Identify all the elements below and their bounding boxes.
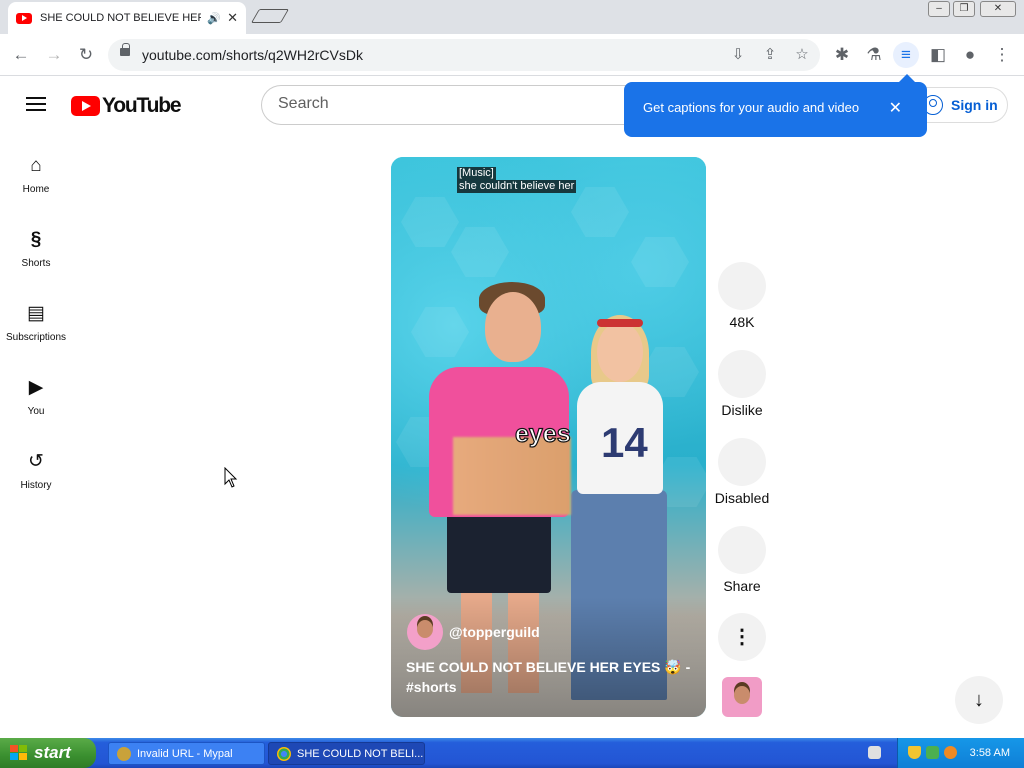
- youtube-play-icon: [71, 96, 100, 116]
- video-overlay-word: eyes: [514, 419, 571, 448]
- browser-tab-active[interactable]: SHE COULD NOT BELIEVE HER 🔊 ✕: [8, 2, 246, 34]
- video-title[interactable]: SHE COULD NOT BELIEVE HER EYES 🤯 - #shor…: [406, 657, 691, 697]
- side-panel-icon[interactable]: ◧: [925, 42, 951, 68]
- start-button[interactable]: start: [0, 738, 96, 768]
- caption-line: she couldn't believe her: [457, 180, 577, 193]
- keyboard-icon[interactable]: [868, 746, 881, 759]
- sidebar-item-label: Subscriptions: [5, 332, 67, 343]
- captions-promo-popup: Get captions for your audio and video ✕: [624, 74, 927, 137]
- screen: SHE COULD NOT BELIEVE HER 🔊 ✕ – ❐ ✕ ← → …: [0, 0, 1024, 768]
- sound-avatar[interactable]: [722, 677, 762, 717]
- next-video-arrow-icon[interactable]: ↓: [955, 676, 1003, 724]
- shorts-video-player[interactable]: 14 eyes [Music] she couldn't believe her…: [391, 157, 706, 717]
- back-arrow-icon[interactable]: ←: [8, 42, 34, 68]
- new-tab-button[interactable]: [250, 9, 290, 23]
- closed-captions: [Music] she couldn't believe her: [457, 167, 577, 193]
- tab-close-icon[interactable]: ✕: [227, 10, 238, 26]
- security-shield-icon[interactable]: [908, 746, 921, 759]
- youtube-logo-text: YouTube: [102, 94, 182, 117]
- person-face: [597, 322, 643, 382]
- close-icon[interactable]: ✕: [889, 98, 902, 118]
- extensions-puzzle-icon[interactable]: ✱: [829, 42, 855, 68]
- browser-toolbar: ← → ↻ youtube.com/shorts/q2WH2rCVsDk ⇩ ⇪…: [0, 34, 1024, 76]
- channel-name[interactable]: @topperguild: [449, 624, 540, 640]
- sidebar-item-shorts[interactable]: § Shorts: [0, 228, 72, 269]
- audio-playing-icon[interactable]: 🔊: [207, 12, 221, 25]
- search-input[interactable]: [278, 95, 618, 113]
- taskbar-item-mypal[interactable]: Invalid URL - Mypal: [108, 742, 265, 765]
- sidebar-item-label: You: [27, 406, 45, 417]
- window-minimize-button[interactable]: –: [928, 1, 950, 17]
- tab-title: SHE COULD NOT BELIEVE HER: [40, 12, 202, 24]
- taskbar-item-label: SHE COULD NOT BELI...: [297, 747, 424, 760]
- comments-button[interactable]: [718, 438, 766, 486]
- sidebar-item-subscriptions[interactable]: ▤ Subscriptions: [0, 302, 72, 343]
- comments-label: Disabled: [714, 490, 770, 506]
- caption-line: [Music]: [457, 167, 496, 180]
- start-label: start: [34, 743, 71, 762]
- profile-avatar-icon[interactable]: ●: [957, 42, 983, 68]
- sidebar-item-you[interactable]: ▶ You: [0, 376, 72, 417]
- like-button[interactable]: [718, 262, 766, 310]
- captions-promo-text: Get captions for your audio and video: [643, 100, 860, 115]
- share-icon[interactable]: ⇪: [758, 43, 782, 67]
- search-tray-icon[interactable]: [944, 746, 957, 759]
- reload-icon[interactable]: ↻: [73, 42, 99, 68]
- share-label: Share: [723, 578, 761, 594]
- chrome-icon: [277, 746, 291, 761]
- history-icon: ↺: [28, 451, 44, 472]
- hamburger-menu-icon[interactable]: [26, 97, 46, 111]
- windows-taskbar: start Invalid URL - Mypal SHE COULD NOT …: [0, 738, 1024, 768]
- jersey-number: 14: [601, 419, 648, 466]
- taskbar-item-label: Invalid URL - Mypal: [137, 747, 233, 760]
- shorts-icon: §: [30, 229, 42, 250]
- sidebar-item-label: Shorts: [21, 258, 51, 269]
- person-shorts: [447, 513, 551, 593]
- share-button[interactable]: [718, 526, 766, 574]
- more-options-icon[interactable]: ⋮: [718, 613, 766, 661]
- system-clock: 3:58 AM: [969, 747, 1010, 759]
- address-bar[interactable]: youtube.com/shorts/q2WH2rCVsDk ⇩ ⇪ ☆: [108, 39, 820, 71]
- window-close-button[interactable]: ✕: [980, 1, 1016, 17]
- sign-in-label: Sign in: [951, 97, 998, 113]
- channel-avatar[interactable]: [407, 614, 443, 650]
- youtube-logo[interactable]: YouTube: [71, 94, 182, 118]
- url-text[interactable]: youtube.com/shorts/q2WH2rCVsDk: [142, 47, 363, 63]
- taskbar-item-chrome[interactable]: SHE COULD NOT BELI...: [268, 742, 425, 765]
- system-tray: 3:58 AM: [897, 738, 1024, 768]
- sidebar-item-history[interactable]: ↺ History: [0, 450, 72, 491]
- network-icon[interactable]: [926, 746, 939, 759]
- window-restore-button[interactable]: ❐: [953, 1, 975, 17]
- person-headband: [597, 319, 643, 327]
- youtube-favicon-icon: [16, 12, 32, 24]
- mypal-icon: [117, 746, 131, 761]
- dislike-button[interactable]: [718, 350, 766, 398]
- mouse-cursor-icon: [224, 467, 238, 488]
- chrome-menu-icon[interactable]: ⋮: [989, 42, 1015, 68]
- search-box[interactable]: [261, 85, 681, 125]
- sidebar-item-label: Home: [22, 184, 50, 195]
- lock-icon[interactable]: [120, 43, 130, 56]
- tab-strip: SHE COULD NOT BELIEVE HER 🔊 ✕ – ❐ ✕: [0, 0, 1024, 34]
- labs-flask-icon[interactable]: ⚗: [861, 42, 887, 68]
- home-icon: ⌂: [30, 155, 42, 176]
- install-app-icon[interactable]: ⇩: [726, 43, 750, 67]
- sidebar-item-home[interactable]: ⌂ Home: [0, 154, 72, 195]
- bookmark-star-icon[interactable]: ☆: [790, 43, 814, 67]
- windows-flag-icon: [10, 745, 28, 761]
- sidebar-item-label: History: [20, 480, 52, 491]
- media-queue-icon[interactable]: ≡: [893, 42, 919, 68]
- subscriptions-icon: ▤: [27, 303, 45, 324]
- you-icon: ▶: [28, 377, 44, 398]
- dislike-label: Dislike: [721, 402, 763, 418]
- forward-arrow-icon[interactable]: →: [41, 42, 67, 68]
- like-count: 48K: [729, 314, 755, 330]
- person-face: [485, 292, 541, 362]
